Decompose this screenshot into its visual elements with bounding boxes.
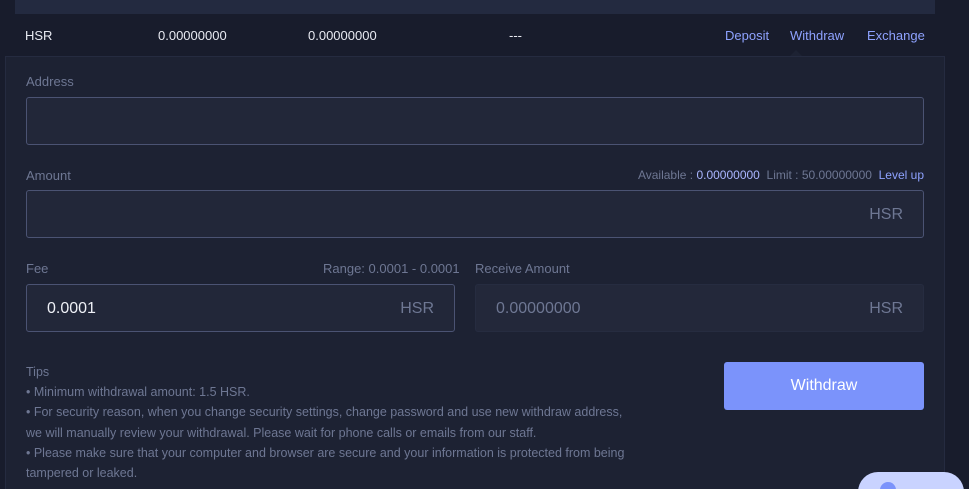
withdraw-button[interactable]: Withdraw	[724, 362, 924, 410]
amount-input[interactable]: HSR	[26, 190, 924, 238]
fee-value: 0.0001	[47, 300, 96, 317]
fee-unit: HSR	[400, 300, 434, 317]
tip-line: • Minimum withdrawal amount: 1.5 HSR.	[26, 385, 250, 400]
asset-total: 0.00000000	[158, 28, 227, 43]
availability-info: Available : 0.00000000 Limit : 50.000000…	[638, 168, 924, 182]
receive-amount-value: 0.00000000	[496, 300, 581, 317]
address-input[interactable]	[26, 97, 924, 145]
fee-label: Fee	[26, 261, 49, 276]
active-tab-caret-icon	[790, 50, 802, 56]
level-up-link[interactable]: Level up	[879, 168, 924, 182]
limit-value: 50.00000000	[801, 168, 872, 182]
asset-symbol: HSR	[25, 28, 53, 43]
address-label: Address	[26, 74, 74, 89]
amount-unit: HSR	[869, 206, 903, 223]
asset-available: 0.00000000	[308, 28, 377, 43]
exchange-link[interactable]: Exchange	[867, 28, 925, 43]
chat-button[interactable]	[858, 472, 964, 489]
available-value: 0.00000000	[696, 168, 760, 182]
tip-line: • For security reason, when you change s…	[26, 405, 623, 440]
tip-line: • Please make sure that your computer an…	[26, 445, 625, 481]
receive-amount-unit: HSR	[869, 300, 903, 317]
asset-value: ---	[509, 28, 522, 43]
tips: Tips • Minimum withdrawal amount: 1.5 HS…	[26, 362, 626, 483]
tips-title: Tips	[26, 365, 50, 379]
limit-label: Limit :	[766, 168, 799, 182]
amount-label: Amount	[26, 168, 71, 183]
deposit-link[interactable]: Deposit	[725, 28, 769, 43]
fee-input[interactable]: 0.0001 HSR	[26, 284, 455, 332]
receive-amount-field: 0.00000000 HSR	[475, 284, 924, 332]
top-bar	[15, 0, 935, 14]
asset-row: HSR 0.00000000 0.00000000 --- Deposit Wi…	[0, 14, 969, 56]
chat-icon	[880, 482, 896, 489]
receive-amount-label: Receive Amount	[475, 261, 570, 276]
fee-range: Range: 0.0001 - 0.0001	[323, 261, 460, 276]
available-label: Available :	[637, 168, 694, 182]
withdraw-link[interactable]: Withdraw	[790, 28, 844, 43]
